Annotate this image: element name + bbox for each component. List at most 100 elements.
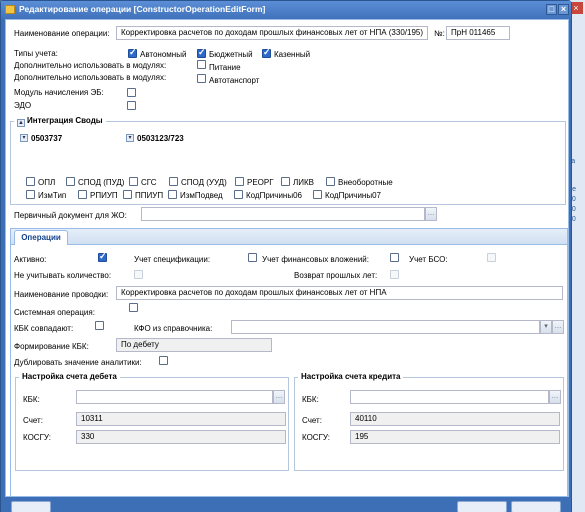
integration-checkbox[interactable] xyxy=(129,177,138,186)
dialog-titlebar[interactable]: Редактирование операции [ConstructorOper… xyxy=(1,1,571,19)
primary-doc-label: Первичный документ для ЖО: xyxy=(14,211,127,220)
wiring-name-input[interactable]: Корректировка расчетов по доходам прошлы… xyxy=(116,286,563,300)
modules-label-2: Дополнительно использовать в модулях: xyxy=(14,73,167,82)
credit-legend: Настройка счета кредита xyxy=(298,372,404,381)
tab-strip xyxy=(10,228,568,245)
dialog-footer xyxy=(1,497,571,512)
credit-kbk-input[interactable] xyxy=(350,390,549,404)
tab-operations[interactable]: Операции xyxy=(14,230,68,245)
dialog-title: Редактирование операции [ConstructorOper… xyxy=(19,4,266,14)
integration-option-label: ИзмТип xyxy=(38,191,67,200)
wiring-name-label: Наименование проводки: xyxy=(14,290,109,299)
food-label: Питание xyxy=(209,63,241,72)
integration-checkbox[interactable] xyxy=(123,190,132,199)
ignore-qty-label: Не учитывать количество: xyxy=(14,271,112,280)
active-label: Активно: xyxy=(14,255,47,264)
primary-doc-input[interactable] xyxy=(141,207,425,221)
footer-save-button[interactable] xyxy=(457,501,507,512)
eb-module-checkbox[interactable] xyxy=(127,88,136,97)
integration-checkbox[interactable] xyxy=(326,177,335,186)
close-icon[interactable]: × xyxy=(558,4,569,15)
footer-left-button[interactable] xyxy=(11,501,51,512)
edo-checkbox[interactable] xyxy=(127,101,136,110)
expand-0503737-icon[interactable]: ▾ xyxy=(20,134,28,142)
eb-module-label: Модуль начисления ЭБ: xyxy=(14,88,104,97)
kfo-lookup-icon[interactable]: … xyxy=(552,320,564,334)
prior-years-label: Возврат прошлых лет: xyxy=(294,271,378,280)
primary-doc-trigger-icon[interactable]: … xyxy=(425,207,437,221)
debit-kbk-input[interactable] xyxy=(76,390,273,404)
fin-investments-label: Учет финансовых вложений: xyxy=(262,255,369,264)
integration-checkbox[interactable] xyxy=(235,177,244,186)
integration-checkbox[interactable] xyxy=(168,190,177,199)
budget-checkbox[interactable] xyxy=(197,47,206,58)
integration-checkbox[interactable] xyxy=(313,190,322,199)
operation-name-input[interactable]: Корректировка расчетов по доходам прошлы… xyxy=(116,26,428,40)
operation-edit-dialog: Редактирование операции [ConstructorOper… xyxy=(0,0,572,512)
treasury-label: Казенный xyxy=(274,50,311,59)
system-operation-label: Системная операция: xyxy=(14,308,95,317)
kbk-match-label: КБК совпадают: xyxy=(14,324,74,333)
integration-option-label: КодПричины06 xyxy=(246,191,302,200)
svod-0503737-label[interactable]: 0503737 xyxy=(31,134,62,143)
prior-years-checkbox[interactable] xyxy=(390,270,399,279)
window-icon xyxy=(5,5,15,14)
integration-checkbox[interactable] xyxy=(169,177,178,186)
treasury-checkbox[interactable] xyxy=(262,47,271,58)
autonomous-label: Автономный xyxy=(140,50,187,59)
kbk-match-checkbox[interactable] xyxy=(95,321,104,330)
system-operation-checkbox[interactable] xyxy=(129,303,138,312)
fin-investments-checkbox[interactable] xyxy=(390,253,399,262)
integration-option-label: Внеоборотные xyxy=(338,178,393,187)
debit-account-label: Счет: xyxy=(23,416,43,425)
debit-kbk-lookup-icon[interactable]: … xyxy=(273,390,285,404)
footer-cancel-button[interactable] xyxy=(511,501,561,512)
integration-legend[interactable]: ▲ Интеграция Своды xyxy=(14,116,106,127)
spec-checkbox[interactable] xyxy=(248,253,257,262)
integration-option-label: СПОД (ПУД) xyxy=(78,178,125,187)
integration-checkbox[interactable] xyxy=(66,177,75,186)
svod-0503123-label[interactable]: 0503123/723 xyxy=(137,134,184,143)
integration-checkbox[interactable] xyxy=(26,177,35,186)
integration-checkbox[interactable] xyxy=(234,190,243,199)
form-kbk-input[interactable]: По дебету xyxy=(116,338,272,352)
collapse-icon[interactable]: ▲ xyxy=(17,119,25,127)
integration-option-label: РПИУП xyxy=(90,191,118,200)
autonomous-checkbox[interactable] xyxy=(128,47,137,58)
debit-legend: Настройка счета дебета xyxy=(19,372,120,381)
credit-kosgu-label: КОСГУ: xyxy=(302,433,331,442)
debit-kosgu-input[interactable]: 330 xyxy=(76,430,286,444)
integration-legend-text: Интеграция Своды xyxy=(27,116,103,125)
credit-account-input[interactable]: 40110 xyxy=(350,412,560,426)
accounting-types-label: Типы учета: xyxy=(14,49,58,58)
number-label: №: xyxy=(434,29,445,38)
form-kbk-label: Формирование КБК: xyxy=(14,342,89,351)
integration-checkbox[interactable] xyxy=(78,190,87,199)
edo-label: ЭДО xyxy=(14,101,32,110)
number-input[interactable]: ПрН 011465 xyxy=(446,26,510,40)
kfo-dropdown-icon[interactable]: ▾ xyxy=(540,320,552,334)
expand-0503123-icon[interactable]: ▾ xyxy=(126,134,134,142)
ignore-qty-checkbox[interactable] xyxy=(134,270,143,279)
budget-label: Бюджетный xyxy=(209,50,253,59)
maximize-icon[interactable]: □ xyxy=(546,4,557,15)
credit-kbk-lookup-icon[interactable]: … xyxy=(549,390,561,404)
debit-account-input[interactable]: 10311 xyxy=(76,412,286,426)
dup-analytics-label: Дублировать значение аналитики: xyxy=(14,358,142,367)
dup-analytics-checkbox[interactable] xyxy=(159,356,168,365)
integration-option-label: ППИУП xyxy=(135,191,164,200)
active-checkbox[interactable] xyxy=(98,251,107,262)
kfo-input[interactable] xyxy=(231,320,540,334)
integration-option-label: КодПричины07 xyxy=(325,191,381,200)
integration-checkbox[interactable] xyxy=(281,177,290,186)
bso-checkbox[interactable] xyxy=(487,253,496,262)
food-checkbox[interactable] xyxy=(197,60,206,69)
kfo-label: КФО из справочника: xyxy=(134,324,213,333)
credit-kosgu-input[interactable]: 195 xyxy=(350,430,560,444)
credit-account-label: Счет: xyxy=(302,416,322,425)
integration-checkbox[interactable] xyxy=(26,190,35,199)
integration-option-label: ЛИКВ xyxy=(293,178,314,187)
spec-label: Учет спецификации: xyxy=(134,255,211,264)
debit-kbk-label: КБК: xyxy=(23,395,40,404)
auto-transport-checkbox[interactable] xyxy=(197,74,206,83)
